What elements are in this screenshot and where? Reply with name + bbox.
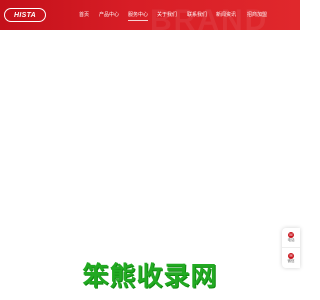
nav-item-franchise[interactable]: 招商加盟 [247, 8, 267, 22]
phone-label: 电话 [287, 238, 295, 243]
main-nav: 首页 产品中心 服务中心 关于我们 联系我们 新闻资讯 招商加盟 [0, 8, 300, 22]
nav-item-news[interactable]: 新闻资讯 [216, 8, 236, 22]
wechat-icon: ✉ [288, 252, 294, 259]
nav-item-services[interactable]: 服务中心 [127, 8, 149, 22]
site-watermark: 笨熊收录网 [82, 262, 218, 292]
nav-item-about[interactable]: 关于我们 [157, 8, 177, 22]
header-banner: BRAND HISTA 首页 产品中心 服务中心 关于我们 联系我们 新闻资讯 … [0, 0, 300, 30]
nav-item-home[interactable]: 首页 [79, 8, 89, 22]
nav-item-contact[interactable]: 联系我们 [187, 8, 207, 22]
phone-button[interactable]: ☏ 电话 [282, 228, 300, 248]
nav-item-products[interactable]: 产品中心 [99, 8, 119, 22]
